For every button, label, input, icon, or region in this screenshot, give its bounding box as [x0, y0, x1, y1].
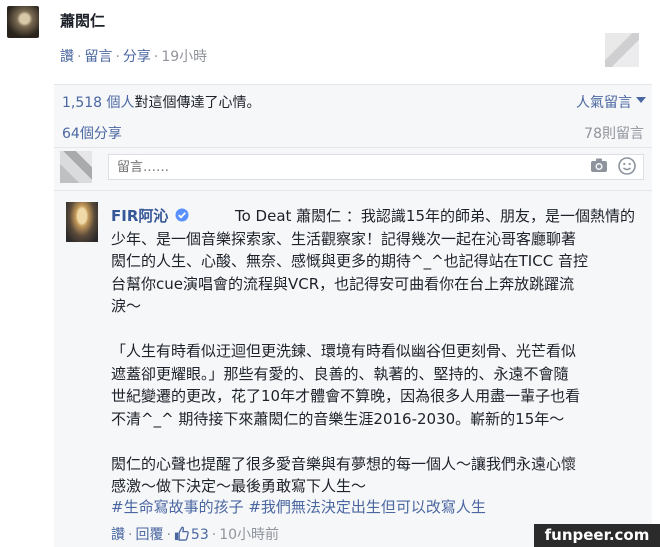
post-author-name[interactable]: 蕭閎仁 — [60, 10, 105, 31]
commenter-avatar[interactable] — [66, 202, 98, 242]
chevron-down-icon[interactable] — [636, 97, 646, 103]
comments-count: 78則留言 — [584, 126, 644, 142]
share-button[interactable]: 分享 — [123, 49, 151, 65]
reactions-bar: 1,518 個人對這個傳達了心情。 人氣留言 — [54, 84, 652, 118]
comment-composer — [54, 148, 652, 191]
comment-button[interactable]: 留言 — [84, 49, 112, 65]
comment-item: To Deat 蕭閎仁 ：我認識15年的師弟、朋友，是一個熱情的 少年、是一個音… — [54, 191, 652, 547]
comment-action-bar: 讚 · 回覆 · 53 · 10小時前 — [111, 526, 280, 545]
comment-like-count[interactable]: 53 — [191, 527, 209, 543]
comment-body: To Deat 蕭閎仁 ：我認識15年的師弟、朋友，是一個熱情的 少年、是一個音… — [111, 207, 636, 495]
post-stats-row: 64個分享 78則留言 — [54, 117, 652, 148]
comment-sort-dropdown[interactable]: 人氣留言 — [576, 92, 632, 112]
watermark: funpeer.com — [534, 524, 660, 547]
post-action-bar: 讚 · 留言 · 分享 · 19小時 — [60, 49, 208, 65]
commenter-name[interactable]: FIR阿沁 — [111, 205, 168, 226]
post-author-avatar[interactable] — [7, 6, 39, 38]
reactions-text: 對這個傳達了心情。 — [134, 95, 261, 111]
comment-hashtags[interactable]: #生命寫故事的孩子 #我們無法決定出生但可以改寫人生 — [111, 496, 486, 517]
reactions-summary: 1,518 個人對這個傳達了心情。 — [62, 92, 261, 112]
blurred-avatar — [605, 33, 639, 67]
like-button[interactable]: 讚 — [60, 49, 74, 65]
verified-badge-icon — [175, 207, 189, 226]
reactions-count-link[interactable]: 1,518 個人 — [62, 95, 135, 111]
comment-timestamp[interactable]: 10小時前 — [219, 527, 279, 543]
camera-icon[interactable] — [590, 157, 608, 177]
post-timestamp[interactable]: 19小時 — [161, 49, 207, 65]
emoji-icon[interactable] — [618, 157, 636, 179]
shares-count-link[interactable]: 64個分享 — [62, 123, 122, 143]
comment-input[interactable] — [108, 154, 644, 180]
reply-button[interactable]: 回覆 — [135, 527, 163, 543]
comment-like-button[interactable]: 讚 — [111, 527, 125, 543]
thumbs-up-icon — [174, 526, 189, 545]
current-user-avatar — [60, 151, 92, 183]
